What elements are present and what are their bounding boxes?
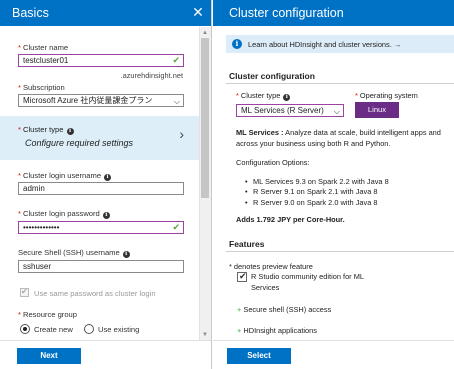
chevron-right-icon: ›	[179, 126, 184, 142]
plus-icon: +	[237, 305, 242, 314]
list-item: ML Services 9.3 on Spark 2.2 with Java 8	[245, 177, 389, 186]
rstudio-checkbox[interactable]: ✔	[237, 271, 247, 282]
use-existing-label: Use existing	[98, 325, 140, 334]
ssh-username-label: Secure Shell (SSH) username i	[18, 248, 130, 258]
login-password-label: * Cluster login password i	[18, 209, 110, 219]
same-password-label: Use same password as cluster login	[34, 289, 156, 298]
ssh-feature: + Secure shell (SSH) access	[237, 305, 332, 314]
subscription-select[interactable]: Microsoft Azure 社内従量課金プラン ⌵	[18, 94, 184, 107]
valid-check-icon: ✔	[172, 55, 180, 65]
operating-system-label: * Operating system	[355, 91, 418, 100]
info-banner[interactable]: i Learn about HDInsight and cluster vers…	[226, 35, 454, 53]
cluster-name-label: * Cluster name	[18, 43, 69, 52]
same-password-checkbox[interactable]: ✔	[20, 287, 29, 297]
os-linux-option[interactable]: Linux	[355, 102, 399, 118]
divider	[226, 83, 454, 84]
cluster-type-value: Configure required settings	[25, 138, 134, 148]
login-username-label: * Cluster login username i	[18, 171, 112, 181]
create-new-radio[interactable]	[20, 324, 30, 334]
chevron-down-icon: ⌵	[173, 97, 180, 106]
subscription-label: * Subscription	[18, 83, 65, 92]
scroll-up-icon[interactable]: ▲	[201, 29, 209, 37]
cluster-type-selector[interactable]: * Cluster type i Configure required settin…	[0, 116, 199, 160]
valid-check-icon: ✔	[172, 222, 180, 232]
resource-group-label: * Resource group	[18, 310, 78, 319]
select-button[interactable]: Select	[227, 348, 291, 364]
login-password-input[interactable]: ••••••••••••• ✔	[18, 221, 184, 234]
plus-icon: +	[237, 326, 242, 335]
list-item: R Server 9.0 on Spark 2.0 with Java 8	[245, 198, 378, 207]
scroll-down-icon[interactable]: ▼	[201, 331, 209, 339]
chevron-down-icon: ⌵	[333, 107, 340, 116]
info-icon[interactable]: i	[104, 174, 112, 181]
cluster-name-suffix: .azurehdinsight.net	[120, 71, 183, 80]
basics-footer: Next	[0, 340, 211, 369]
blade-title: Basics	[12, 6, 49, 20]
blade-title: Cluster configuration	[229, 6, 344, 20]
scrollbar-thumb[interactable]	[201, 38, 209, 198]
use-existing-radio[interactable]	[84, 324, 94, 334]
cluster-configuration-footer: Select	[213, 340, 454, 369]
divider	[226, 251, 454, 252]
section-heading-features: Features	[229, 239, 265, 249]
basics-header: Basics ✕	[0, 0, 211, 26]
price-text: Adds 1.792 JPY per Core-Hour.	[236, 215, 345, 224]
login-username-input[interactable]: admin	[18, 182, 184, 195]
description-line-2: across your business using both R and Py…	[236, 139, 391, 148]
cluster-type-label: * Cluster type i	[18, 125, 74, 135]
description-line-1: ML Services : Analyze data at scale, bui…	[236, 128, 441, 137]
basics-blade: Basics ✕ ▲ ▼ * Cluster name testcluster01…	[0, 0, 212, 369]
next-button[interactable]: Next	[17, 348, 81, 364]
info-icon[interactable]: i	[283, 94, 291, 101]
cluster-type-select[interactable]: ML Services (R Server) ⌵	[236, 104, 344, 117]
preview-note: * denotes preview feature	[229, 262, 313, 271]
create-new-label: Create new	[34, 325, 73, 334]
rstudio-feature-label-2: Services	[251, 283, 280, 292]
info-icon[interactable]: i	[66, 128, 74, 135]
configuration-options-heading: Configuration Options:	[236, 158, 310, 167]
cluster-type-label: * Cluster type i	[236, 91, 291, 101]
ssh-username-input[interactable]: sshuser	[18, 260, 184, 273]
hdinsight-apps-feature: + HDInsight applications	[237, 326, 317, 335]
close-icon[interactable]: ✕	[190, 3, 206, 21]
section-heading-cluster-configuration: Cluster configuration	[229, 71, 315, 81]
cluster-configuration-header: Cluster configuration	[213, 0, 454, 26]
info-icon: i	[232, 39, 242, 49]
info-icon[interactable]: i	[122, 251, 130, 258]
banner-link[interactable]: Learn about HDInsight and cluster versio…	[248, 40, 401, 49]
list-item: R Server 9.1 on Spark 2.1 with Java 8	[245, 187, 378, 196]
info-icon[interactable]: i	[102, 212, 110, 219]
rstudio-feature-label: R Studio community edition for ML	[251, 272, 364, 281]
cluster-name-input[interactable]: testcluster01 ✔	[18, 54, 184, 67]
